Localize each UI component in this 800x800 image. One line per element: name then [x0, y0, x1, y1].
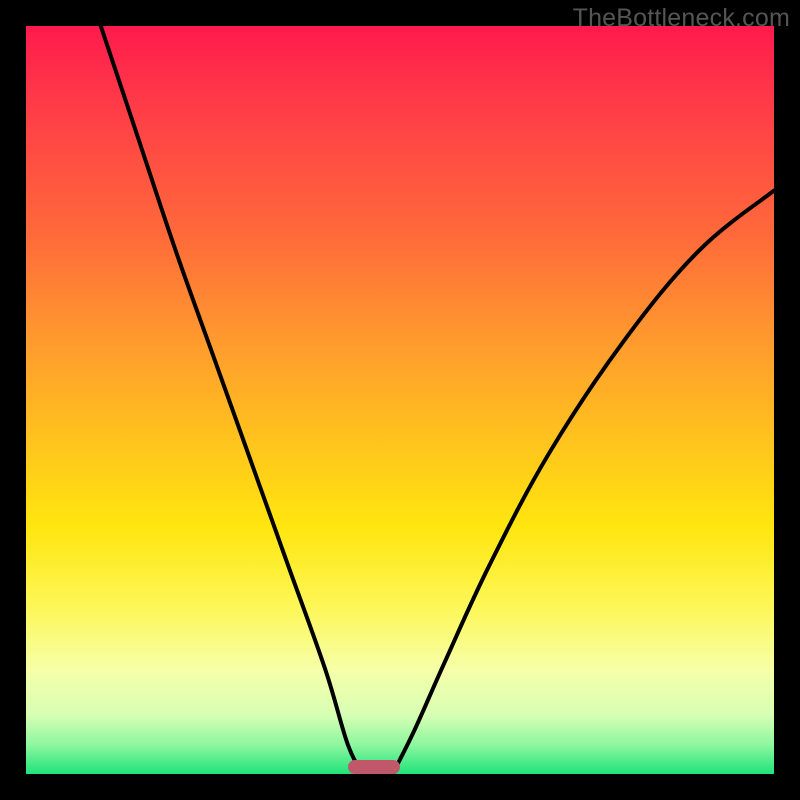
chart-container: TheBottleneck.com	[0, 0, 800, 800]
watermark-text: TheBottleneck.com	[573, 4, 790, 33]
plot-area	[26, 26, 774, 774]
curve-layer	[26, 26, 774, 774]
right-curve-path	[393, 191, 774, 774]
bottleneck-marker	[348, 760, 400, 774]
left-curve-path	[101, 26, 363, 774]
